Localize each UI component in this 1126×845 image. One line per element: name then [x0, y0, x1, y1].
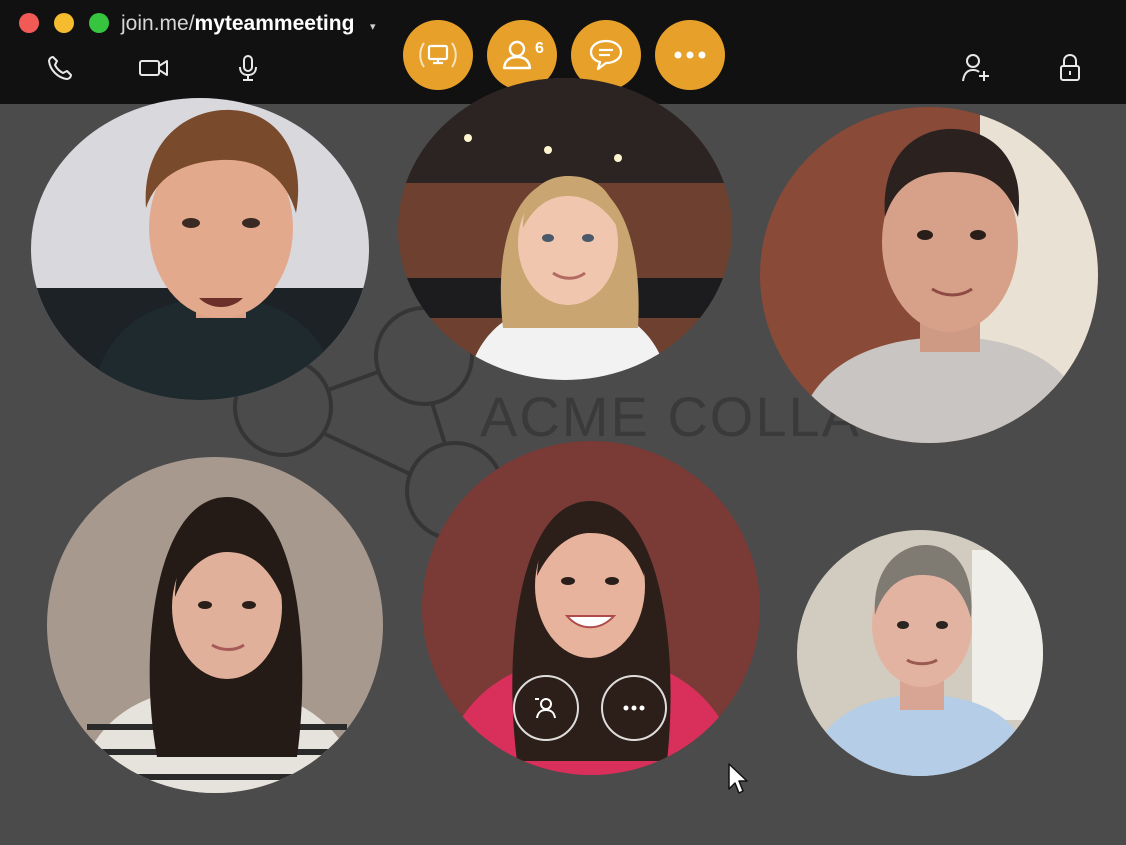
participant-2-avatar	[398, 78, 732, 380]
participant-2-video[interactable]	[398, 78, 732, 380]
lock-icon[interactable]	[1055, 52, 1085, 84]
close-window-button[interactable]	[19, 13, 39, 33]
acme-logo-text: ACME COLLA	[480, 385, 861, 448]
screen-share-icon	[419, 42, 457, 68]
microphone-icon[interactable]	[234, 54, 262, 82]
participant-1-avatar	[31, 98, 369, 400]
phone-icon[interactable]	[46, 54, 74, 82]
participant-3-avatar	[760, 107, 1098, 443]
meeting-room-name: myteammeeting	[194, 12, 355, 35]
participant-6-avatar	[797, 530, 1043, 776]
mouse-pointer-icon	[728, 763, 748, 794]
add-participant-icon[interactable]	[961, 52, 991, 84]
more-options-button[interactable]	[601, 675, 667, 741]
meeting-url-prefix: join.me/	[121, 12, 195, 35]
participant-5-avatar	[422, 441, 760, 775]
chevron-down-icon[interactable]: ▾	[370, 20, 376, 33]
more-options-icon	[623, 705, 645, 711]
participants-icon	[502, 40, 532, 70]
zoom-window-button[interactable]	[89, 13, 109, 33]
minimize-window-button[interactable]	[54, 13, 74, 33]
participant-count-badge: 6	[535, 40, 544, 57]
chat-icon	[589, 39, 623, 71]
more-icon	[674, 51, 706, 59]
more-button[interactable]	[655, 20, 725, 90]
participant-6-video[interactable]	[797, 530, 1043, 776]
video-camera-icon[interactable]	[138, 54, 170, 82]
pin-participant-button[interactable]	[513, 675, 579, 741]
participant-1-video[interactable]	[31, 98, 369, 400]
participant-3-video[interactable]	[760, 107, 1098, 443]
meeting-url-title[interactable]: join.me/myteammeeting	[121, 12, 354, 36]
participant-4-avatar	[47, 457, 383, 793]
screen-share-button[interactable]	[403, 20, 473, 90]
participant-4-video[interactable]	[47, 457, 383, 793]
participant-5-video[interactable]	[422, 441, 760, 775]
pin-participant-icon	[535, 698, 556, 719]
video-grid: ACME COLLA	[0, 78, 1126, 845]
